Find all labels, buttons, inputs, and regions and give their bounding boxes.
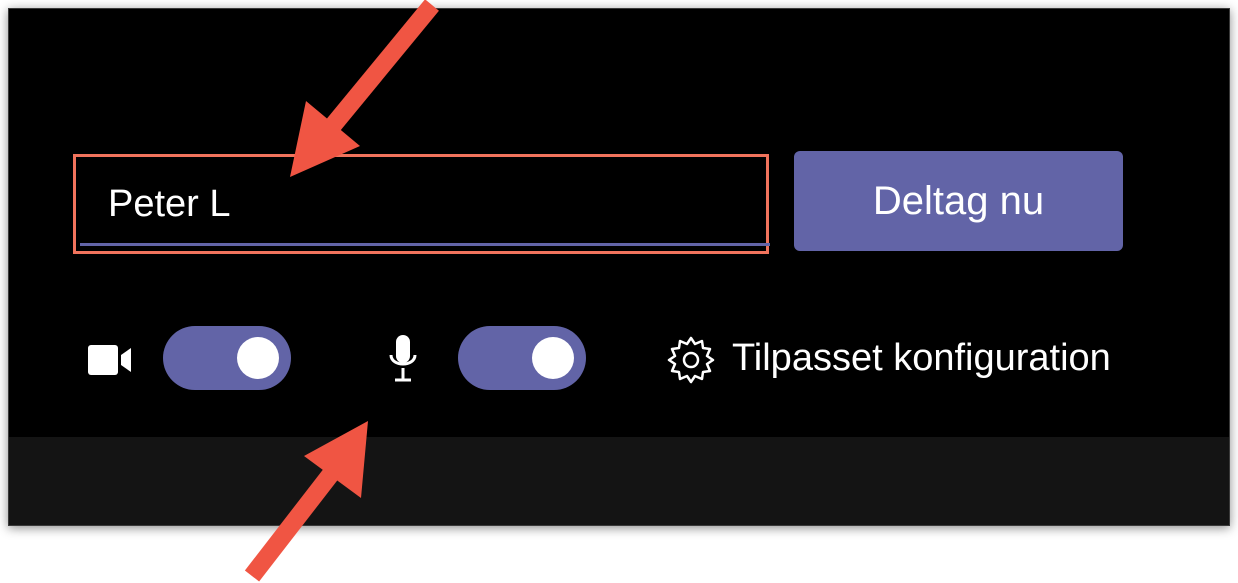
camera-icon[interactable]	[86, 340, 134, 380]
microphone-icon[interactable]	[388, 333, 418, 387]
footer-strip	[9, 437, 1229, 525]
video-toggle-knob	[237, 337, 279, 379]
input-focus-underline	[80, 243, 770, 246]
microphone-toggle[interactable]	[458, 326, 586, 390]
custom-settings-link[interactable]: Tilpasset konfiguration	[732, 337, 1111, 380]
screenshot-stage: Deltag nu Tilpasset konfiguration	[0, 0, 1238, 583]
microphone-toggle-knob	[532, 337, 574, 379]
meeting-prejoin-panel	[8, 8, 1230, 526]
join-now-button[interactable]: Deltag nu	[794, 151, 1123, 251]
video-toggle[interactable]	[163, 326, 291, 390]
name-input[interactable]	[73, 154, 769, 254]
gear-icon[interactable]	[666, 335, 716, 385]
